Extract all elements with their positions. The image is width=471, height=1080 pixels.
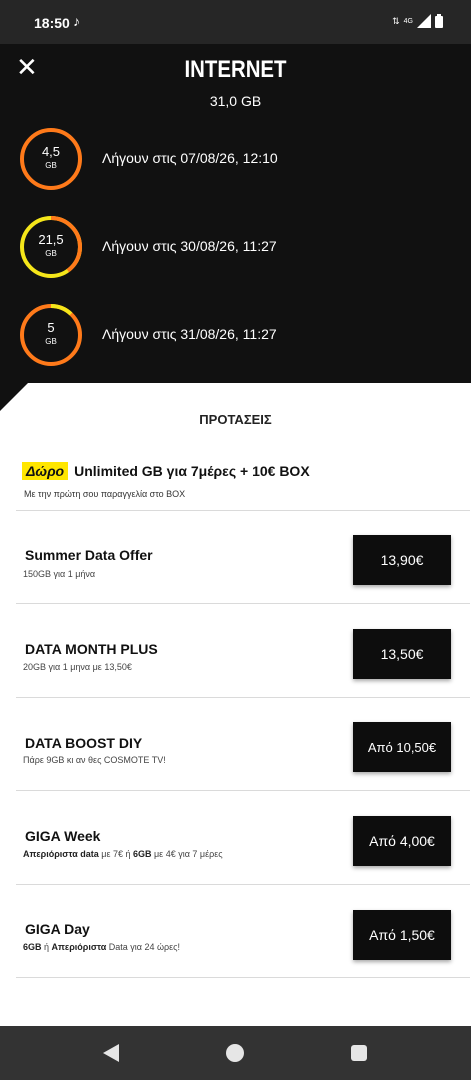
ring-gauge xyxy=(20,128,82,190)
data-bucket: 4,5 GB Λήγουν στις 07/08/26, 12:10 xyxy=(19,127,439,191)
offer-name: DATA MONTH PLUS xyxy=(25,641,158,657)
ring-gauge xyxy=(20,216,82,278)
bucket-ring: 4,5 GB xyxy=(19,127,83,191)
desc-text: ή xyxy=(41,942,52,952)
offer-name: GIGA Day xyxy=(25,921,90,937)
offer-desc: Πάρε 9GB κι αν θες COSMOTE TV! xyxy=(23,755,166,765)
back-icon[interactable] xyxy=(103,1044,119,1062)
offer-name: GIGA Week xyxy=(25,828,101,844)
desc-text: με 4€ για 7 μέρες xyxy=(151,849,223,859)
internet-header: ✕ INTERNET 31,0 GB 4,5 GB Λήγουν στις 07… xyxy=(0,44,471,383)
divider xyxy=(16,977,470,978)
battery-icon xyxy=(435,14,443,28)
offer-giga-week: GIGA Week Απεριόριστα data με 7€ ή 6GB μ… xyxy=(0,791,471,883)
bucket-expiry: Λήγουν στις 31/08/26, 11:27 xyxy=(102,326,277,342)
bucket-value: 4,5 xyxy=(41,144,61,159)
bucket-ring: 5 GB xyxy=(19,303,83,367)
offer-desc: Απεριόριστα data με 7€ ή 6GB με 4€ για 7… xyxy=(23,849,223,859)
offer-price-button[interactable]: 13,50€ xyxy=(353,629,451,679)
bucket-value: 21,5 xyxy=(38,232,64,247)
header-corner xyxy=(0,383,28,411)
status-icons: ⇅ 4G xyxy=(392,14,443,28)
desc-text: Data για 24 ώρες! xyxy=(106,942,181,952)
signal-icon xyxy=(417,14,431,28)
desc-bold: 6GB xyxy=(23,942,42,952)
offer-desc: 20GB για 1 μηνα με 13,50€ xyxy=(23,662,132,672)
data-bucket: 5 GB Λήγουν στις 31/08/26, 11:27 xyxy=(19,303,439,367)
offer-name: DATA BOOST DIY xyxy=(25,735,143,751)
offer-desc: 6GB ή Απεριόριστα Data για 24 ώρες! xyxy=(23,942,180,952)
gift-subtitle: Με την πρώτη σου παραγγελία στο BOX xyxy=(24,489,186,499)
bucket-unit: GB xyxy=(45,337,57,346)
bucket-unit: GB xyxy=(45,249,57,258)
offer-summer-data: Summer Data Offer 150GB για 1 μήνα 13,90… xyxy=(0,511,471,603)
home-icon[interactable] xyxy=(226,1044,244,1062)
offer-data-month-plus: DATA MONTH PLUS 20GB για 1 μηνα με 13,50… xyxy=(0,604,471,696)
desc-bold: 6GB xyxy=(132,849,152,859)
offer-price-button[interactable]: Από 10,50€ xyxy=(353,722,451,772)
offer-desc: 150GB για 1 μήνα xyxy=(23,569,96,579)
total-data: 31,0 GB xyxy=(209,93,262,109)
desc-bold: Απεριόριστα data xyxy=(23,849,99,859)
bucket-expiry: Λήγουν στις 07/08/26, 12:10 xyxy=(102,150,278,166)
offer-price-button[interactable]: Από 4,00€ xyxy=(353,816,451,866)
desc-text: με 7€ ή xyxy=(98,849,133,859)
bucket-expiry: Λήγουν στις 30/08/26, 11:27 xyxy=(102,238,277,254)
status-time: 18:50 xyxy=(34,15,70,31)
bucket-ring: 21,5 GB xyxy=(19,215,83,279)
offer-price-button[interactable]: Από 1,50€ xyxy=(353,910,451,960)
offers-title: ΠΡΟΤΑΣΕΙΣ xyxy=(199,412,272,427)
tiktok-icon: ♪ xyxy=(73,13,80,29)
page-title: INTERNET xyxy=(184,56,287,83)
data-bucket: 21,5 GB Λήγουν στις 30/08/26, 11:27 xyxy=(19,215,439,279)
offer-price-button[interactable]: 13,90€ xyxy=(353,535,451,585)
gift-title: Unlimited GB για 7μέρες + 10€ BOX xyxy=(74,463,310,479)
offer-data-boost-diy: DATA BOOST DIY Πάρε 9GB κι αν θες COSMOT… xyxy=(0,698,471,790)
recent-apps-icon[interactable] xyxy=(351,1045,367,1061)
network-type: 4G xyxy=(403,17,413,25)
offer-name: Summer Data Offer xyxy=(25,547,153,563)
desc-bold: Απεριόριστα xyxy=(51,942,107,952)
gift-offer[interactable]: Δώρο Unlimited GB για 7μέρες + 10€ BOX xyxy=(22,462,310,480)
bucket-value: 5 xyxy=(47,320,55,335)
status-bar: 18:50 ♪ ⇅ 4G xyxy=(0,0,471,44)
system-nav-bar xyxy=(0,1026,471,1080)
ring-gauge xyxy=(20,304,82,366)
offer-giga-day: GIGA Day 6GB ή Απεριόριστα Data για 24 ώ… xyxy=(0,885,471,977)
data-arrows-icon: ⇅ xyxy=(392,15,400,26)
bucket-unit: GB xyxy=(45,161,57,170)
gift-badge: Δώρο xyxy=(22,462,69,480)
